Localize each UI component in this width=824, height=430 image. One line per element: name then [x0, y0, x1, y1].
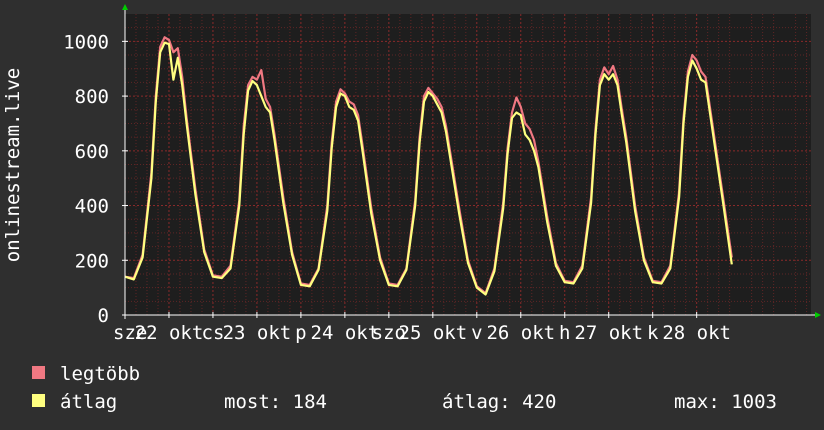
x-tick-label: 26 okt: [486, 322, 555, 344]
x-axis-arrow-icon: [815, 312, 821, 318]
x-tick-label: h: [559, 322, 570, 344]
stat-maximum: max: 1003: [674, 391, 777, 413]
x-tick-label: v: [471, 322, 482, 344]
x-tick-label: 23 okt: [223, 322, 292, 344]
y-tick-label: 800: [75, 86, 109, 108]
y-tick-label: 200: [75, 250, 109, 272]
x-tick-label: k: [647, 322, 659, 344]
x-tick-label: 28 okt: [662, 322, 731, 344]
y-axis-label: onlinestream.live: [2, 68, 24, 262]
x-tick-label: 24 okt: [311, 322, 380, 344]
x-tick-label: cs: [202, 322, 225, 344]
y-tick-label: 600: [75, 141, 109, 163]
y-tick-label: 400: [75, 196, 109, 218]
y-tick-label: 1000: [63, 31, 109, 53]
stat-current: most: 184: [224, 391, 327, 413]
x-tick-label: 25 okt: [399, 322, 468, 344]
y-axis-arrow-icon: [122, 4, 128, 10]
legend-label-max: legtöbb: [60, 363, 141, 385]
legend-label-avg: átlag: [60, 391, 118, 413]
legend-swatch-avg: [32, 394, 45, 407]
x-tick-label: p: [295, 322, 306, 344]
x-tick-label: 22 okt: [135, 322, 204, 344]
x-tick-label: 27 okt: [574, 322, 643, 344]
x-tick-labels: sze22 oktcs23 okt p 24 oktszo25 okt v 26 okt…: [113, 322, 731, 344]
y-tick-labels: 0 200 400 600 800 1000: [63, 31, 109, 327]
legend-swatch-max: [32, 366, 45, 379]
y-tick-label: 0: [98, 305, 109, 327]
stat-average: átlag: 420: [442, 391, 557, 413]
